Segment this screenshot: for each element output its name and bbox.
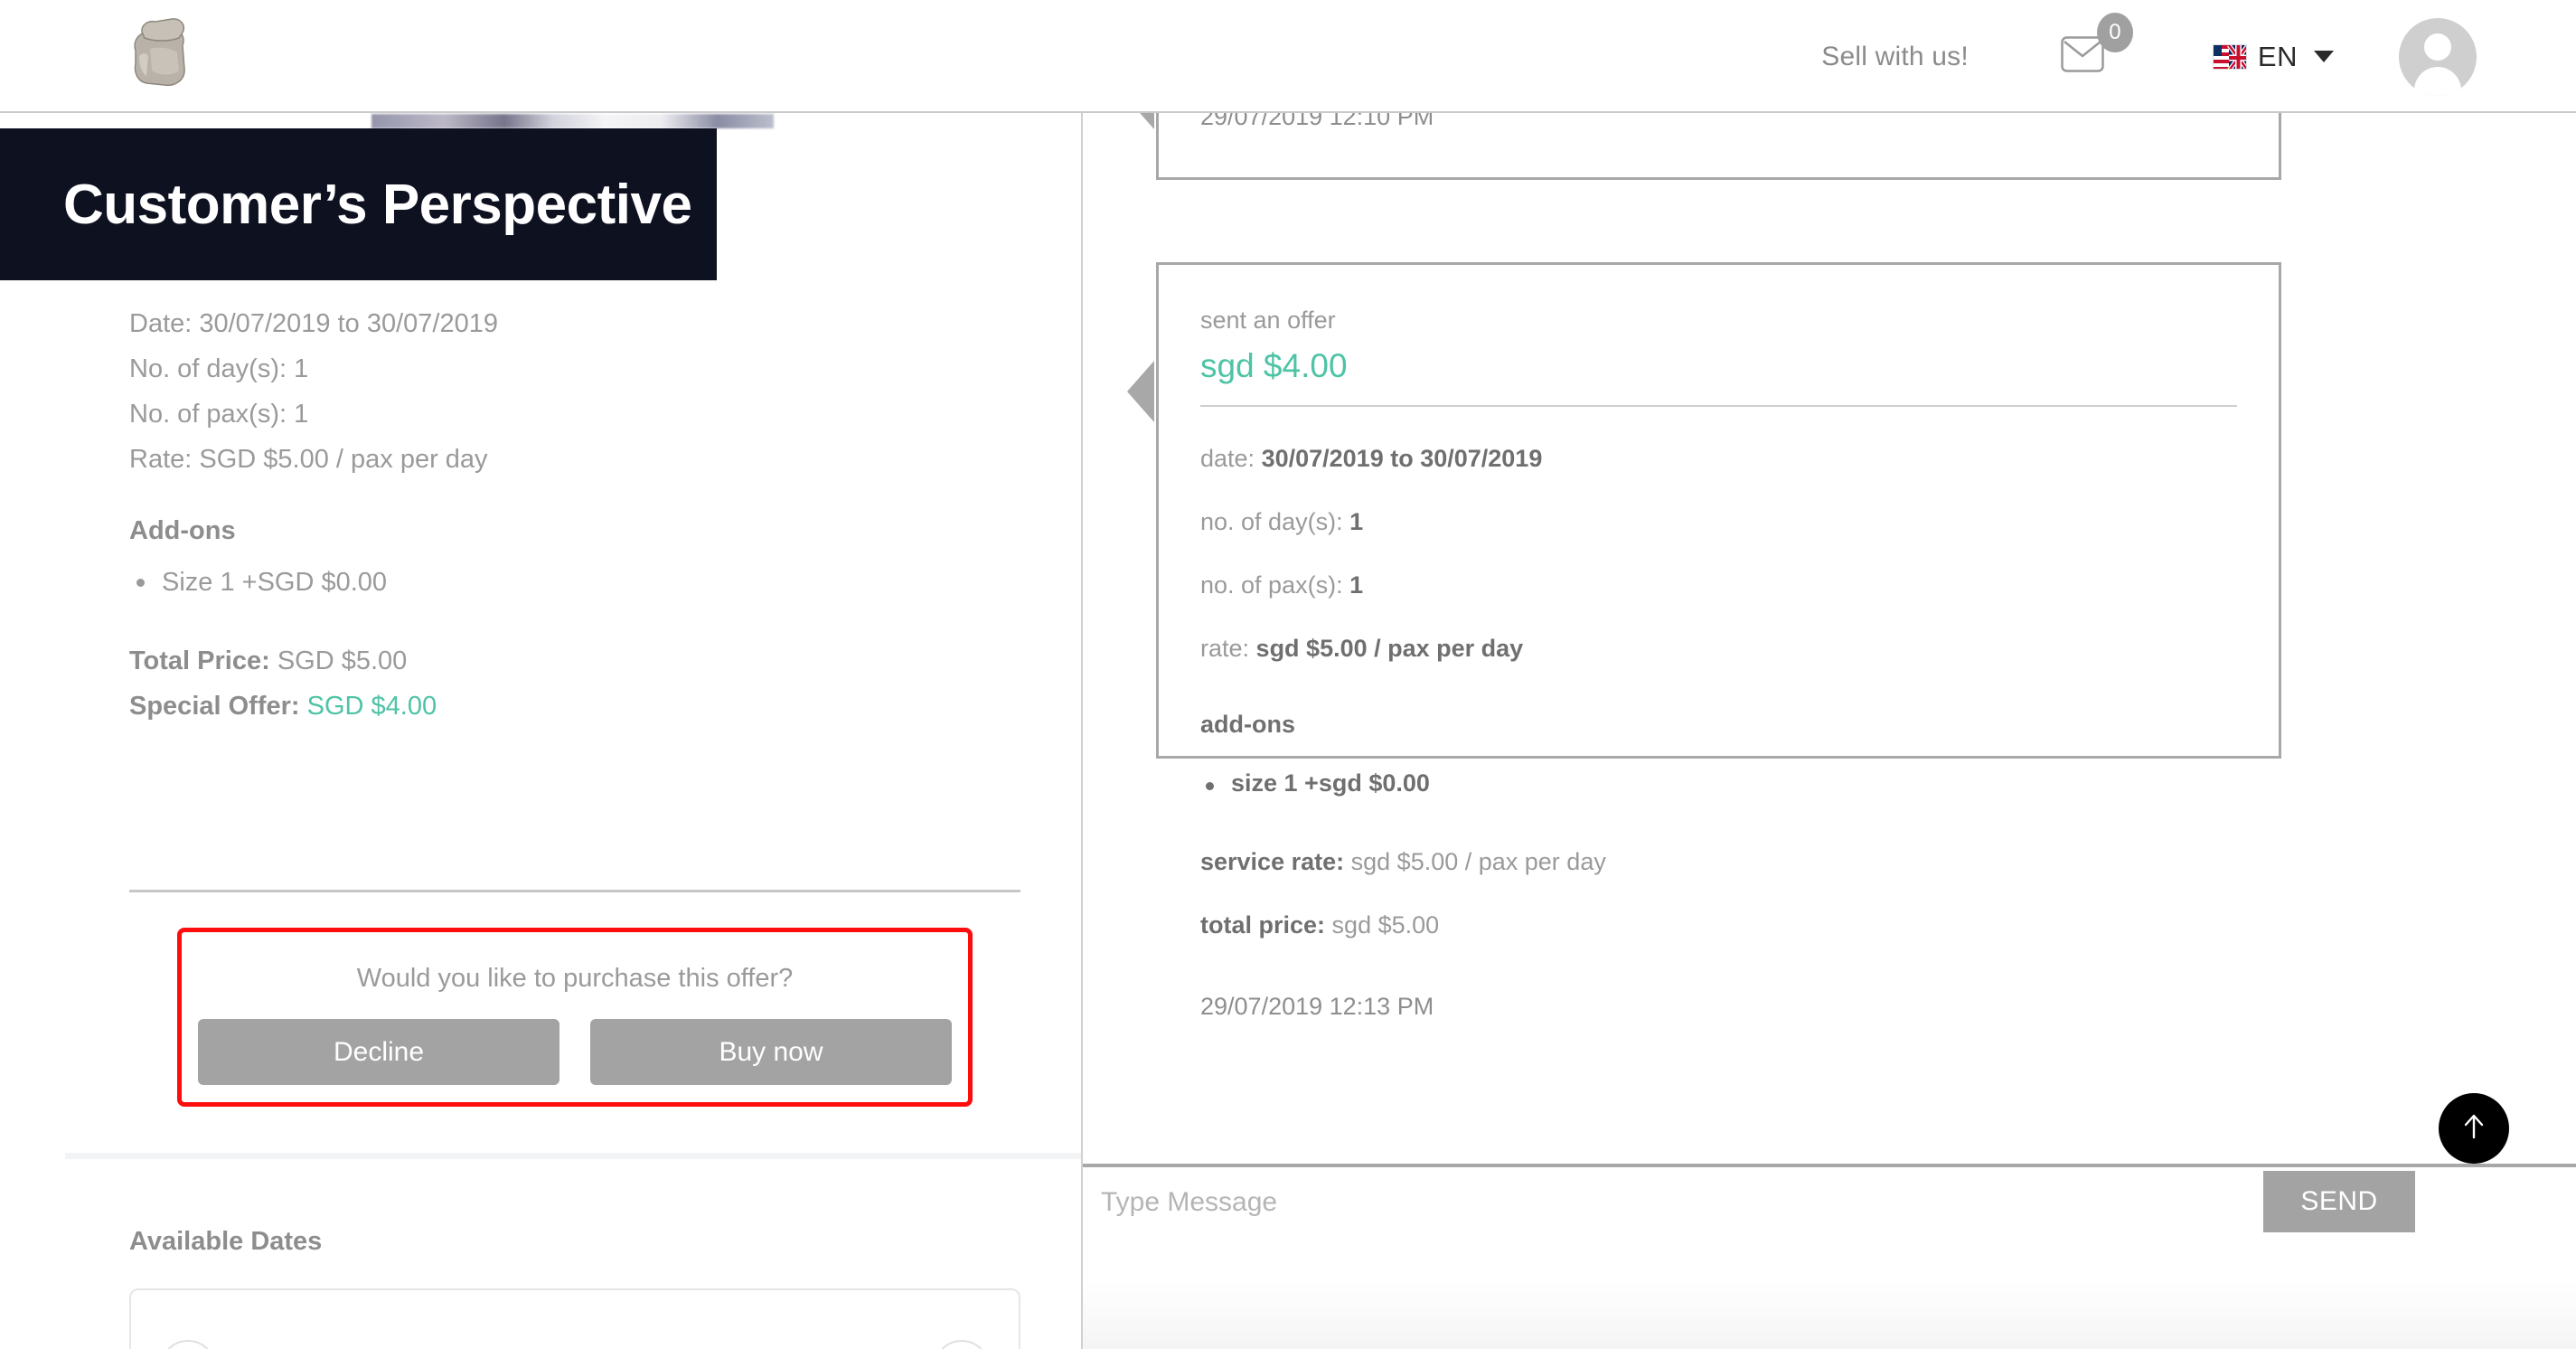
- top-navbar: Sell with us! 0 EN: [0, 0, 2576, 113]
- chat-panel: 29/07/2019 12:10 PM sent an offer sgd $4…: [1081, 113, 2576, 1349]
- perspective-banner: Customer’s Perspective: [0, 128, 717, 280]
- purchase-question: Would you like to purchase this offer?: [356, 964, 794, 993]
- purchase-actions: Decline Buy now: [182, 1019, 968, 1085]
- offer-total-price-value: sgd $5.00: [1331, 911, 1440, 939]
- offer-service-rate: service rate: sgd $5.00 / pax per day: [1200, 830, 2279, 893]
- total-price-row: Total Price: SGD $5.00: [129, 638, 1033, 684]
- detail-line-date: Date: 30/07/2019 to 30/07/2019: [129, 309, 498, 338]
- offer-line-date: date: 30/07/2019 to 30/07/2019: [1200, 427, 2279, 490]
- special-offer-value: SGD $4.00: [306, 692, 437, 721]
- divider-above-purchase: [129, 890, 1020, 892]
- offer-subject: sent an offer: [1200, 307, 1336, 334]
- us-uk-flag-icon: [2212, 43, 2247, 70]
- message-timestamp: 29/07/2019 12:13 PM: [1200, 993, 1434, 1020]
- arrow-up-icon: [2458, 1110, 2490, 1147]
- offer-addons-heading: add-ons: [1200, 711, 1295, 738]
- hero-image-strip: [371, 114, 774, 128]
- language-selector[interactable]: EN: [2212, 40, 2334, 73]
- chevron-down-icon: [2314, 51, 2334, 62]
- list-item: Size 1 +SGD $0.00: [129, 561, 1033, 604]
- purchase-offer-box: Would you like to purchase this offer? D…: [177, 928, 973, 1107]
- offer-line-rate-label: rate:: [1200, 635, 1250, 662]
- offer-total-price: total price: sgd $5.00: [1200, 893, 2279, 957]
- avatar-head: [2424, 33, 2451, 61]
- offer-details: date: 30/07/2019 to 30/07/2019 no. of da…: [1200, 427, 2279, 1021]
- offer-line-days: no. of day(s): 1: [1200, 490, 2279, 553]
- messages-button[interactable]: 0: [2061, 13, 2133, 77]
- offer-header: sent an offer sgd $4.00: [1200, 307, 2279, 385]
- language-label: EN: [2257, 40, 2298, 72]
- offer-line-date-label: date:: [1200, 445, 1255, 472]
- offer-line-pax-value: 1: [1349, 571, 1364, 599]
- detail-line-pax: No. of pax(s): 1: [129, 400, 309, 429]
- rock-logo-icon[interactable]: [116, 13, 206, 90]
- offer-line-pax-label: no. of pax(s):: [1200, 571, 1343, 599]
- message-input[interactable]: [1101, 1187, 2240, 1287]
- envelope-icon: [2061, 36, 2104, 77]
- divider-below-purchase: [65, 1153, 1081, 1159]
- offer-divider: [1200, 405, 2237, 407]
- offer-line-days-value: 1: [1349, 508, 1364, 535]
- detail-line-days: No. of day(s): 1: [129, 354, 309, 383]
- sell-with-us-link[interactable]: Sell with us!: [1821, 42, 1969, 72]
- total-price-value: SGD $5.00: [277, 646, 408, 675]
- bubble-tail-icon: [1127, 113, 1154, 129]
- scroll-to-top-button[interactable]: [2439, 1093, 2509, 1164]
- offer-line-date-value: 30/07/2019 to 30/07/2019: [1261, 445, 1543, 472]
- user-avatar-icon[interactable]: [2399, 17, 2477, 96]
- calendar-widget: ‹ › July 2019 month week day: [129, 1288, 1020, 1349]
- detail-line-rate: Rate: SGD $5.00 / pax per day: [129, 445, 488, 474]
- offer-amount: sgd $4.00: [1200, 347, 1348, 384]
- addons-list: Size 1 +SGD $0.00: [129, 561, 1033, 604]
- buy-now-button[interactable]: Buy now: [590, 1019, 952, 1085]
- listing-detail-panel: Customer’s Perspective Date: 30/07/2019 …: [0, 113, 1081, 1349]
- decline-button[interactable]: Decline: [198, 1019, 559, 1085]
- offer-line-pax: no. of pax(s): 1: [1200, 553, 2279, 617]
- chat-message-list[interactable]: 29/07/2019 12:10 PM sent an offer sgd $4…: [1083, 113, 2576, 1164]
- special-offer-row: Special Offer: SGD $4.00: [129, 684, 1033, 729]
- bubble-tail-icon: [1127, 361, 1154, 422]
- list-item: size 1 +sgd $0.00: [1200, 769, 2279, 797]
- offer-line-rate: rate: sgd $5.00 / pax per day: [1200, 617, 2279, 680]
- offer-service-rate-value: sgd $5.00 / pax per day: [1350, 848, 1606, 875]
- navbar-right-group: Sell with us! 0 EN: [1821, 0, 2576, 113]
- offer-service-rate-label: service rate:: [1200, 848, 1345, 875]
- offer-line-days-label: no. of day(s):: [1200, 508, 1343, 535]
- booking-details: Date: 30/07/2019 to 30/07/2019 No. of da…: [129, 301, 1033, 729]
- addons-heading: Add-ons: [129, 516, 236, 545]
- chat-message-bubble: 29/07/2019 12:10 PM: [1156, 113, 2281, 180]
- offer-total-price-label: total price:: [1200, 911, 1326, 939]
- messages-count-badge: 0: [2096, 13, 2133, 52]
- available-dates-title: Available Dates: [129, 1227, 323, 1256]
- page-title: Customer’s Perspective: [63, 173, 692, 236]
- offer-line-rate-value: sgd $5.00 / pax per day: [1255, 635, 1524, 662]
- special-offer-label: Special Offer:: [129, 692, 300, 721]
- message-timestamp: 29/07/2019 12:10 PM: [1200, 113, 1434, 130]
- totals-group: Total Price: SGD $5.00 Special Offer: SG…: [129, 638, 1033, 729]
- chat-offer-bubble: sent an offer sgd $4.00 date: 30/07/2019…: [1156, 262, 2281, 1020]
- total-price-label: Total Price:: [129, 646, 270, 675]
- avatar-body: [2414, 66, 2461, 96]
- send-button[interactable]: SEND: [2263, 1171, 2415, 1232]
